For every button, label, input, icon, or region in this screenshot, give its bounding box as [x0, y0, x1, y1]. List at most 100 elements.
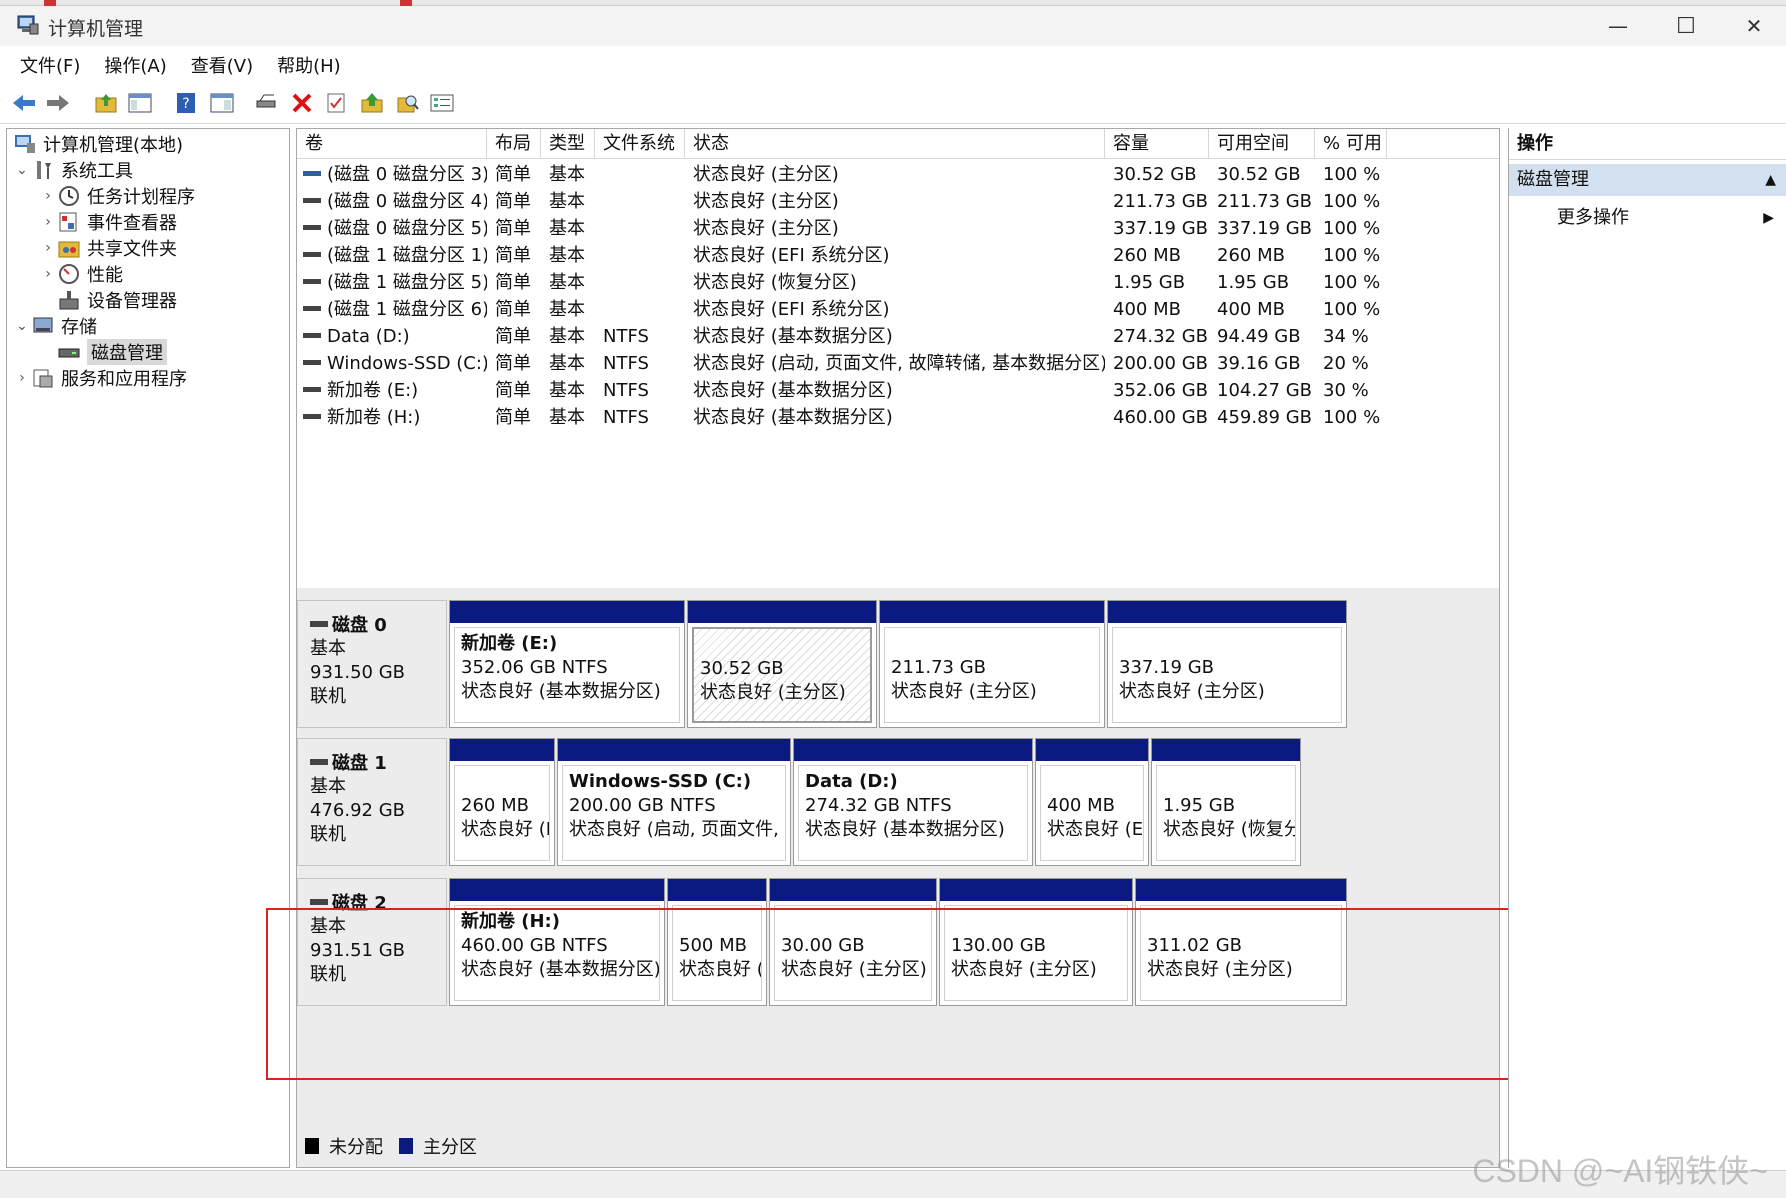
tree-label: 服务和应用程序 [61, 369, 187, 390]
volume-cell-vol: (磁盘 1 磁盘分区 5) [297, 269, 487, 296]
chevron-right-icon[interactable]: › [39, 188, 57, 204]
menu-view[interactable]: 查看(V) [191, 52, 253, 78]
maximize-button[interactable]: ☐ [1652, 6, 1720, 46]
partition-size: 260 MB [461, 795, 529, 816]
volume-row[interactable]: (磁盘 1 磁盘分区 6) 简单 基本 状态良好 (EFI 系统分区) 400 MB 40… [297, 296, 1499, 323]
volume-row[interactable]: 新加卷 (H:) 简单 基本 NTFS 状态良好 (基本数据分区) 460.00 GB 45… [297, 404, 1499, 431]
partition-block[interactable]: Windows-SSD (C:) 200.00 GB NTFS 状态良好 (启动, … [557, 738, 791, 866]
more-actions-item[interactable]: 更多操作 [1557, 202, 1629, 234]
column-header-filesystem[interactable]: 文件系统 [595, 129, 685, 159]
partition-size: 211.73 GB [891, 657, 987, 678]
chevron-down-icon[interactable]: ⌄ [13, 162, 31, 178]
partition-block[interactable]: 211.73 GB 状态良好 (主分区) [879, 600, 1105, 728]
list-view-icon[interactable] [428, 89, 456, 117]
chevron-right-icon[interactable]: › [13, 370, 31, 386]
close-button[interactable]: ✕ [1720, 6, 1786, 46]
forward-arrow-icon[interactable] [44, 89, 72, 117]
column-header-layout[interactable]: 布局 [487, 129, 541, 159]
tree-item-services-applications[interactable]: › 服务和应用程序 [13, 365, 187, 391]
volume-cell-status: 状态良好 (主分区) [693, 218, 839, 239]
partition-block[interactable]: 400 MB 状态良好 (EFI [1035, 738, 1149, 866]
disk-icon [310, 621, 328, 627]
navigation-tree: 计算机管理(本地) ⌄ 系统工具 › 任务计划程序 › 事件查看器 › 共享文件… [6, 128, 290, 1168]
chevron-right-icon[interactable]: › [39, 214, 57, 230]
submenu-arrow-icon[interactable]: ▶ [1763, 202, 1774, 234]
volume-cell-vol: 新加卷 (E:) [297, 377, 487, 404]
chevron-right-icon[interactable]: › [39, 266, 57, 282]
tree-item-system-tools[interactable]: ⌄ 系统工具 [13, 157, 133, 183]
menu-help[interactable]: 帮助(H) [277, 52, 341, 78]
disk-info[interactable]: 磁盘 1 基本 476.92 GB 联机 [297, 738, 447, 866]
partition-block[interactable]: 337.19 GB 状态良好 (主分区) [1107, 600, 1347, 728]
tree-item-computer-management[interactable]: 计算机管理(本地) [13, 131, 183, 157]
tree-item-shared-folders[interactable]: › 共享文件夹 [39, 235, 177, 261]
partition-name: 新加卷 (E:) [461, 633, 558, 654]
partition-block[interactable]: 新加卷 (E:) 352.06 GB NTFS 状态良好 (基本数据分区) [449, 600, 685, 728]
volume-row[interactable]: (磁盘 1 磁盘分区 1) 简单 基本 状态良好 (EFI 系统分区) 260 MB 26… [297, 242, 1499, 269]
tree-item-device-manager[interactable]: 设备管理器 [57, 287, 177, 313]
title-bar: 计算机管理 — ☐ ✕ [0, 6, 1786, 46]
tree-item-task-scheduler[interactable]: › 任务计划程序 [39, 183, 195, 209]
volume-cell-fs [603, 269, 685, 296]
partition-block[interactable]: 1.95 GB 状态良好 (恢复分区 [1151, 738, 1301, 866]
up-folder-icon[interactable] [92, 89, 120, 117]
partition-block[interactable]: Data (D:) 274.32 GB NTFS 状态良好 (基本数据分区) [793, 738, 1033, 866]
tree-item-event-viewer[interactable]: › 事件查看器 [39, 209, 177, 235]
back-arrow-icon[interactable] [10, 89, 38, 117]
partition-block[interactable]: 30.52 GB 状态良好 (主分区) [687, 600, 877, 728]
actions-section-disk-management[interactable]: 磁盘管理 ▲ [1509, 164, 1786, 196]
tree-item-performance[interactable]: › 性能 [39, 261, 123, 287]
partition-name-spacer [891, 632, 1093, 656]
tree-label: 共享文件夹 [87, 239, 177, 260]
help-icon[interactable]: ? [172, 89, 200, 117]
menu-action[interactable]: 操作(A) [104, 52, 166, 78]
volume-row[interactable]: (磁盘 0 磁盘分区 3) 简单 基本 状态良好 (主分区) 30.52 GB 30.52… [297, 161, 1499, 188]
partition-status: 状态良好 (主分区) [1119, 681, 1265, 702]
volume-icon [303, 387, 321, 392]
menu-file[interactable]: 文件(F) [20, 52, 80, 78]
chevron-right-icon[interactable]: › [39, 240, 57, 256]
volume-row[interactable]: (磁盘 0 磁盘分区 5) 简单 基本 状态良好 (主分区) 337.19 GB 337.… [297, 215, 1499, 242]
volume-name: (磁盘 0 磁盘分区 3) [327, 164, 487, 185]
volume-row[interactable]: (磁盘 0 磁盘分区 4) 简单 基本 状态良好 (主分区) 211.73 GB 211.… [297, 188, 1499, 215]
column-header-free-space[interactable]: 可用空间 [1209, 129, 1315, 159]
volume-row[interactable]: (磁盘 1 磁盘分区 5) 简单 基本 状态良好 (恢复分区) 1.95 GB 1.95 … [297, 269, 1499, 296]
properties-pane-icon[interactable] [208, 89, 236, 117]
search-folder-icon[interactable] [394, 89, 422, 117]
volume-cell-vol: 新加卷 (H:) [297, 404, 487, 431]
volume-row[interactable]: Data (D:) 简单 基本 NTFS 状态良好 (基本数据分区) 274.32 GB 9… [297, 323, 1499, 350]
volume-list-header: 卷 布局 类型 文件系统 状态 容量 可用空间 % 可用 [297, 129, 1499, 159]
minimize-button[interactable]: — [1584, 6, 1652, 46]
partition-body: 400 MB 状态良好 (EFI [1040, 765, 1144, 861]
volume-icon [303, 171, 321, 176]
partition-status: 状态良好 (恢复分区 [1163, 819, 1295, 840]
tree-item-storage[interactable]: ⌄ 存储 [13, 313, 97, 339]
partition-body: 新加卷 (E:) 352.06 GB NTFS 状态良好 (基本数据分区) [454, 627, 680, 723]
export-folder-icon[interactable] [358, 89, 386, 117]
collapse-arrow-icon[interactable]: ▲ [1765, 164, 1776, 196]
chevron-down-icon[interactable]: ⌄ [13, 318, 31, 334]
volume-cell-status: 状态良好 (基本数据分区) [693, 380, 893, 401]
column-header-capacity[interactable]: 容量 [1105, 129, 1209, 159]
connect-drive-icon[interactable] [252, 89, 280, 117]
show-console-tree-icon[interactable] [126, 89, 154, 117]
checklist-icon[interactable] [322, 89, 350, 117]
volume-cell-pct: 100 % [1323, 218, 1381, 239]
toolbar: ? [0, 84, 1786, 124]
volume-row[interactable]: 新加卷 (E:) 简单 基本 NTFS 状态良好 (基本数据分区) 352.06 GB 10… [297, 377, 1499, 404]
device-manager-icon [59, 291, 79, 310]
column-header-volume[interactable]: 卷 [297, 129, 487, 159]
volume-cell-layout: 简单 [495, 245, 531, 266]
tree-item-disk-management[interactable]: 磁盘管理 [57, 339, 167, 365]
legend-swatch-primary [399, 1138, 413, 1154]
tree-label: 设备管理器 [87, 291, 177, 312]
column-header-type[interactable]: 类型 [541, 129, 595, 159]
disk-info[interactable]: 磁盘 0 基本 931.50 GB 联机 [297, 600, 447, 728]
volume-cell-free: 337.19 GB [1217, 218, 1313, 239]
partition-block[interactable]: 260 MB 状态良好 (EF [449, 738, 555, 866]
volume-row[interactable]: Windows-SSD (C:) 简单 基本 NTFS 状态良好 (启动, 页面文件, … [297, 350, 1499, 377]
delete-icon[interactable] [288, 89, 316, 117]
disk-name: 磁盘 1 [310, 749, 434, 775]
column-header-percent-free[interactable]: % 可用 [1315, 129, 1387, 159]
column-header-status[interactable]: 状态 [685, 129, 1105, 159]
